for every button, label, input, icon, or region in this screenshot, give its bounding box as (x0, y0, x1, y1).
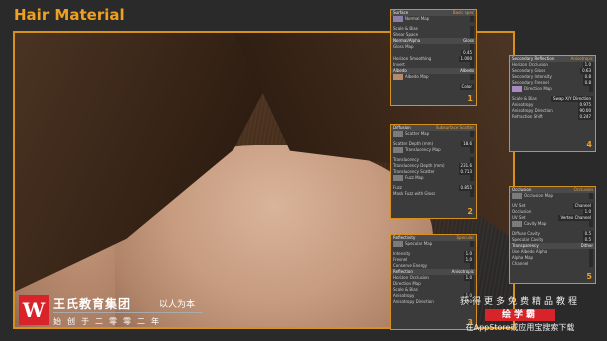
panel-row[interactable]: Direction Map (510, 86, 595, 92)
promo-store-text: 在AppStore或应用宝搜索下载 (465, 323, 575, 332)
specular-map-thumbnail[interactable] (393, 241, 403, 247)
material-panel-4: Secondary Reflection Anisotropic Horizon … (509, 55, 596, 152)
promo-block: 获得更多免费精品教程 绘学霸 在AppStore或应用宝搜索下载 (445, 294, 595, 333)
panel-row[interactable]: Albedo Map (391, 74, 476, 80)
translucency-map-thumbnail[interactable] (393, 147, 403, 153)
direction-map-thumbnail[interactable] (512, 86, 522, 92)
panel-row[interactable]: Translucency Map (391, 147, 476, 153)
brand-logo: W 王氏教育集团 以人为本 始创于二零零二年 (19, 295, 219, 335)
promo-app-badge: 绘学霸 (485, 309, 555, 321)
promo-text: 获得更多免费精品教程 (459, 297, 580, 307)
panel-row[interactable]: Cavity Map (510, 221, 595, 227)
normal-map-thumbnail[interactable] (393, 16, 403, 22)
panel-row[interactable]: Normal Map (391, 16, 476, 22)
panel-number: 2 (467, 207, 473, 216)
panel-row[interactable]: Specular Map (391, 241, 476, 247)
occlusion-map-thumbnail[interactable] (512, 193, 522, 199)
panel-row[interactable]: Fuzz Map (391, 175, 476, 181)
panel-number: 5 (586, 272, 592, 281)
panel-row[interactable]: Channel (510, 261, 595, 267)
brand-name: 王氏教育集团 (53, 297, 132, 311)
brand-divider (53, 312, 203, 313)
panel-number: 1 (467, 94, 473, 103)
panel-row[interactable]: Refraction Shift 0.247 (510, 114, 595, 120)
panel-row[interactable]: Scatter Map (391, 131, 476, 137)
material-panel-2: Diffusion Subsurface Scatter Scatter Map … (390, 124, 477, 219)
brand-subtitle: 始创于二零零二年 (53, 317, 165, 326)
material-panel-1: Surface Basic spec Normal Map Scale & Bia… (390, 9, 477, 106)
logo-mark: W (19, 295, 49, 325)
page-title: Hair Material (14, 6, 125, 24)
albedo-map-thumbnail[interactable] (393, 74, 403, 80)
panel-row[interactable]: Occlusion Map (510, 193, 595, 199)
panel-row[interactable]: Mask Fuzz with Gloss (391, 191, 476, 197)
fuzz-map-thumbnail[interactable] (393, 175, 403, 181)
panel-number: 4 (586, 140, 592, 149)
brand-motto: 以人为本 (159, 300, 196, 310)
panel-row[interactable]: Color (391, 84, 476, 90)
cavity-map-thumbnail[interactable] (512, 221, 522, 227)
material-panel-5: Occlusion Occlusion Occlusion Map UV Set C… (509, 186, 596, 284)
scatter-map-thumbnail[interactable] (393, 131, 403, 137)
